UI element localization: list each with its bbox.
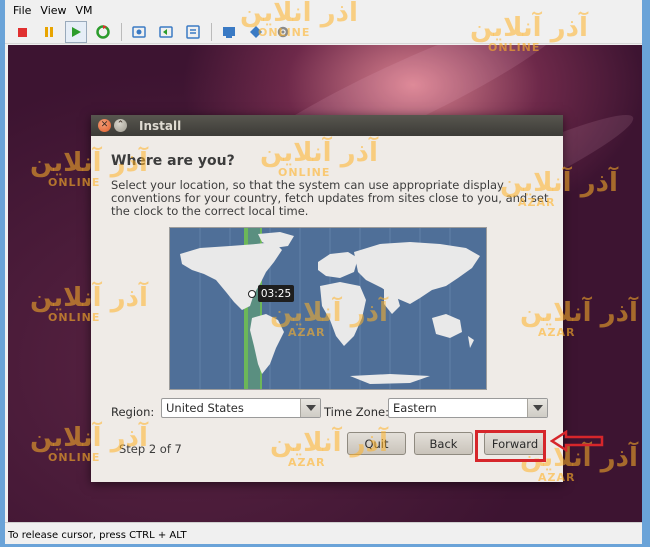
reset-button[interactable]	[92, 21, 114, 43]
quit-button[interactable]: Quit	[347, 432, 406, 455]
play-icon	[72, 26, 81, 37]
stop-icon	[18, 27, 27, 37]
map-time-label: 03:25	[261, 288, 291, 300]
snapshot-take-button[interactable]	[128, 21, 150, 43]
window-frame-right	[642, 0, 650, 547]
menu-view[interactable]: View	[40, 4, 66, 17]
forward-highlight-box	[475, 430, 546, 462]
close-icon[interactable]: ✕	[98, 119, 111, 132]
toolbar-separator	[211, 22, 212, 41]
status-bar: To release cursor, press CTRL + ALT	[5, 522, 642, 544]
toolbar	[5, 20, 642, 44]
page-heading: Where are you?	[111, 153, 235, 169]
toolbar-separator	[121, 22, 122, 41]
highlight-arrow-icon	[550, 430, 604, 452]
snapshot-revert-icon	[159, 25, 173, 38]
fullscreen-icon	[223, 26, 235, 38]
chevron-down-icon[interactable]	[300, 399, 320, 417]
timezone-select[interactable]: Eastern	[388, 398, 548, 418]
region-select[interactable]: United States	[161, 398, 321, 418]
play-button[interactable]	[65, 20, 87, 43]
step-indicator: Step 2 of 7	[119, 442, 182, 456]
fullscreen-button[interactable]	[218, 21, 240, 43]
dialog-title: Install	[139, 118, 182, 133]
reset-icon	[96, 24, 110, 39]
chevron-down-icon[interactable]	[527, 399, 547, 417]
back-button[interactable]: Back	[414, 432, 473, 455]
menu-file[interactable]: File	[13, 4, 31, 17]
timezone-label: Time Zone:	[324, 405, 389, 419]
unity-icon	[250, 25, 262, 38]
menu-bar: File View VM	[5, 0, 642, 20]
snapshot-manager-button[interactable]	[182, 21, 204, 43]
dialog-titlebar[interactable]: ✕ ⌃ Install	[91, 115, 563, 136]
install-dialog: ✕ ⌃ Install Where are you? Select your l…	[91, 115, 563, 482]
settings-button[interactable]	[272, 21, 294, 43]
stop-button[interactable]	[11, 21, 33, 43]
page-description: Select your location, so that the system…	[111, 178, 549, 218]
settings-icon	[277, 26, 289, 37]
menu-vm[interactable]: VM	[76, 4, 93, 17]
pause-button[interactable]	[38, 21, 60, 43]
window-frame-left	[0, 0, 5, 547]
timezone-value: Eastern	[393, 401, 437, 415]
timezone-map[interactable]: 03:25	[169, 227, 487, 390]
minimize-icon[interactable]: ⌃	[114, 119, 127, 132]
pause-icon	[45, 26, 53, 37]
snapshot-revert-button[interactable]	[155, 21, 177, 43]
unity-button[interactable]	[245, 21, 267, 43]
region-label: Region:	[111, 405, 155, 419]
region-value: United States	[166, 401, 244, 415]
vm-screen[interactable]: ✕ ⌃ Install Where are you? Select your l…	[8, 45, 642, 522]
snapshot-manager-icon	[186, 24, 200, 39]
snapshot-take-icon	[132, 25, 146, 38]
